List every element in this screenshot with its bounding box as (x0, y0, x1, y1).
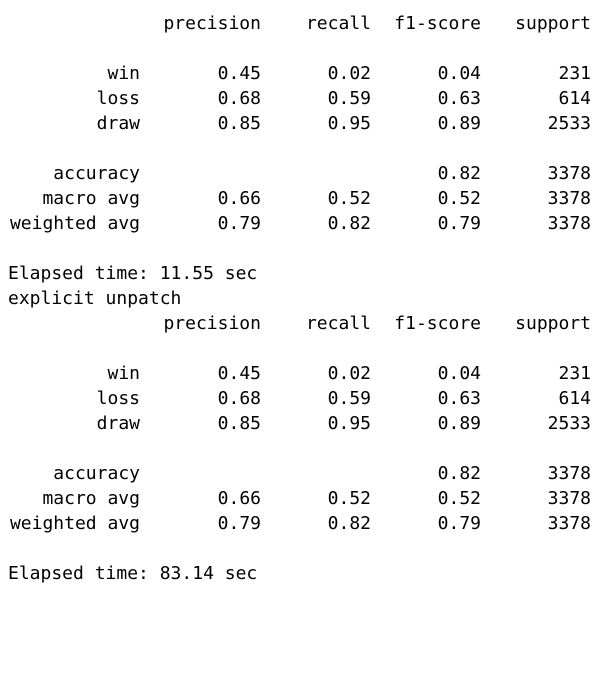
precision-value: 0.85 (217, 413, 261, 434)
report-1-header-row: precision recall f1-score support (0, 11, 608, 36)
console-output: precision recall f1-score support win 0.… (0, 0, 608, 586)
summary-row: macro avg 0.66 0.52 0.52 3378 (0, 186, 608, 211)
summary-row: macro avg 0.66 0.52 0.52 3378 (0, 486, 608, 511)
precision-value: 0.79 (217, 513, 261, 534)
precision-value: 0.45 (217, 63, 261, 84)
row-label: accuracy (53, 463, 140, 484)
f1-value: 0.52 (437, 188, 481, 209)
f1-value: 0.63 (437, 88, 481, 109)
support-value: 614 (558, 88, 591, 109)
recall-value: 0.52 (327, 188, 371, 209)
support-value: 231 (558, 363, 591, 384)
precision-value: 0.68 (217, 88, 261, 109)
precision-value: 0.66 (217, 488, 261, 509)
recall-value: 0.82 (327, 513, 371, 534)
f1-value: 0.04 (437, 363, 481, 384)
row-label: accuracy (53, 163, 140, 184)
row-label: loss (96, 88, 140, 109)
precision-value (150, 161, 261, 186)
report-2-header-row: precision recall f1-score support (0, 311, 608, 336)
f1-value: 0.63 (437, 388, 481, 409)
row-label: draw (96, 413, 140, 434)
precision-value: 0.45 (217, 363, 261, 384)
row-label: draw (96, 113, 140, 134)
f1-value: 0.79 (437, 513, 481, 534)
elapsed-time-text: Elapsed time: 83.14 sec (8, 563, 258, 584)
header-recall: recall (305, 313, 371, 334)
support-value: 3378 (547, 488, 591, 509)
table-row: draw 0.85 0.95 0.89 2533 (0, 411, 608, 436)
recall-value (270, 161, 371, 186)
recall-value: 0.52 (327, 488, 371, 509)
table-row: win 0.45 0.02 0.04 231 (0, 361, 608, 386)
support-value: 231 (558, 63, 591, 84)
precision-value: 0.79 (217, 213, 261, 234)
support-value: 3378 (547, 213, 591, 234)
summary-row: accuracy 0.82 3378 (0, 161, 608, 186)
table-row: win 0.45 0.02 0.04 231 (0, 61, 608, 86)
support-value: 3378 (547, 163, 591, 184)
recall-value: 0.95 (327, 113, 371, 134)
f1-value: 0.52 (437, 488, 481, 509)
f1-value: 0.89 (437, 413, 481, 434)
header-support: support (515, 313, 591, 334)
support-value: 3378 (547, 188, 591, 209)
row-label: macro avg (42, 488, 140, 509)
precision-value: 0.68 (217, 388, 261, 409)
recall-value (270, 461, 371, 486)
table-row: loss 0.68 0.59 0.63 614 (0, 386, 608, 411)
row-label: loss (96, 388, 140, 409)
row-label: weighted avg (9, 213, 140, 234)
support-value: 614 (558, 388, 591, 409)
f1-value: 0.04 (437, 63, 481, 84)
support-value: 2533 (547, 413, 591, 434)
header-f1-score: f1-score (394, 13, 481, 34)
f1-value: 0.82 (437, 463, 481, 484)
support-value: 3378 (547, 463, 591, 484)
precision-value: 0.66 (217, 188, 261, 209)
support-value: 2533 (547, 113, 591, 134)
table-row: draw 0.85 0.95 0.89 2533 (0, 111, 608, 136)
header-support: support (515, 13, 591, 34)
summary-row: accuracy 0.82 3378 (0, 461, 608, 486)
summary-row: weighted avg 0.79 0.82 0.79 3378 (0, 211, 608, 236)
recall-value: 0.02 (327, 363, 371, 384)
header-f1-score: f1-score (394, 313, 481, 334)
row-label: macro avg (42, 188, 140, 209)
recall-value: 0.02 (327, 63, 371, 84)
recall-value: 0.82 (327, 213, 371, 234)
recall-value: 0.95 (327, 413, 371, 434)
row-label: weighted avg (9, 513, 140, 534)
row-label: win (107, 63, 140, 84)
elapsed-time-text: Elapsed time: 11.55 sec (8, 263, 258, 284)
support-value: 3378 (547, 513, 591, 534)
summary-row: weighted avg 0.79 0.82 0.79 3378 (0, 511, 608, 536)
header-precision: precision (163, 13, 261, 34)
recall-value: 0.59 (327, 88, 371, 109)
f1-value: 0.82 (437, 163, 481, 184)
precision-value (150, 461, 261, 486)
header-recall: recall (305, 13, 371, 34)
row-label: win (107, 363, 140, 384)
precision-value: 0.85 (217, 113, 261, 134)
f1-value: 0.79 (437, 213, 481, 234)
explicit-unpatch-text: explicit unpatch (8, 288, 182, 309)
header-precision: precision (163, 313, 261, 334)
table-row: loss 0.68 0.59 0.63 614 (0, 86, 608, 111)
f1-value: 0.89 (437, 113, 481, 134)
recall-value: 0.59 (327, 388, 371, 409)
